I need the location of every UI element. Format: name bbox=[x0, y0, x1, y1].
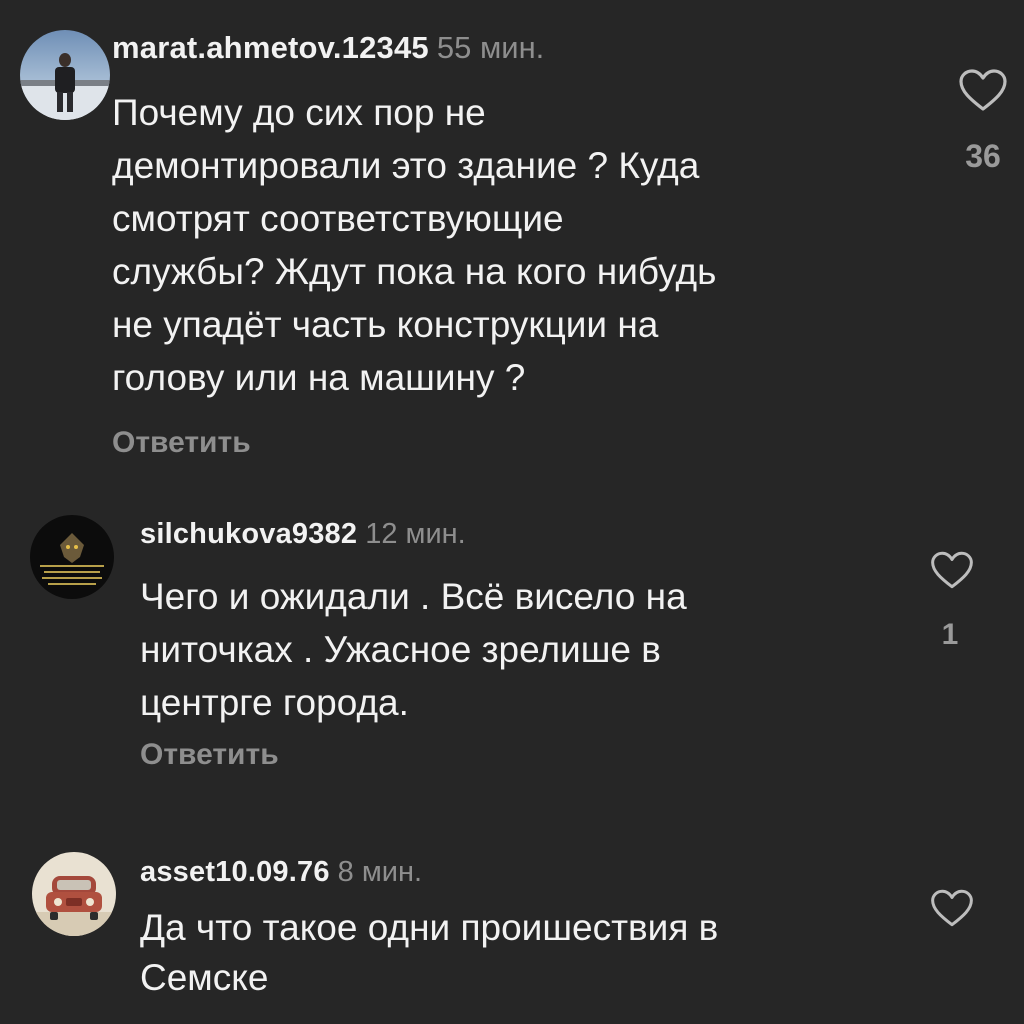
username[interactable]: asset10.09.76 bbox=[140, 856, 330, 888]
avatar[interactable] bbox=[32, 852, 116, 936]
timestamp: 55 мин. bbox=[436, 30, 545, 65]
comment-text: Да что такое одни проишествия в Семске bbox=[140, 907, 719, 998]
heart-outline-icon[interactable] bbox=[930, 550, 974, 595]
like-count: 1 bbox=[941, 618, 959, 651]
comment-meta: asset10.09.76 8 мин. bbox=[140, 856, 422, 889]
timestamp: 8 мин. bbox=[337, 856, 423, 888]
reply-button[interactable]: Ответить bbox=[140, 738, 279, 772]
heart-outline-icon[interactable] bbox=[958, 68, 1008, 117]
reply-button[interactable]: Ответить bbox=[112, 426, 251, 460]
username[interactable]: silchukova9382 bbox=[140, 518, 357, 550]
user-photo-avatar-icon bbox=[20, 30, 110, 120]
comment-meta: silchukova9382 12 мин. bbox=[140, 518, 466, 551]
comment-meta: marat.ahmetov.12345 55 мин. bbox=[112, 30, 544, 66]
red-car-avatar-icon bbox=[32, 852, 116, 936]
like-count: 36 bbox=[965, 138, 1001, 174]
heart-outline-icon[interactable] bbox=[930, 888, 974, 933]
comment-text: Почему до сих пор не демонтировали это з… bbox=[112, 92, 717, 398]
avatar[interactable] bbox=[20, 30, 110, 120]
comment-text: Чего и ожидали . Всё висело на ниточках … bbox=[140, 576, 687, 723]
avatar[interactable] bbox=[30, 515, 114, 599]
dark-poster-avatar-icon bbox=[30, 515, 114, 599]
timestamp: 12 мин. bbox=[365, 518, 466, 550]
username[interactable]: marat.ahmetov.12345 bbox=[112, 30, 429, 65]
